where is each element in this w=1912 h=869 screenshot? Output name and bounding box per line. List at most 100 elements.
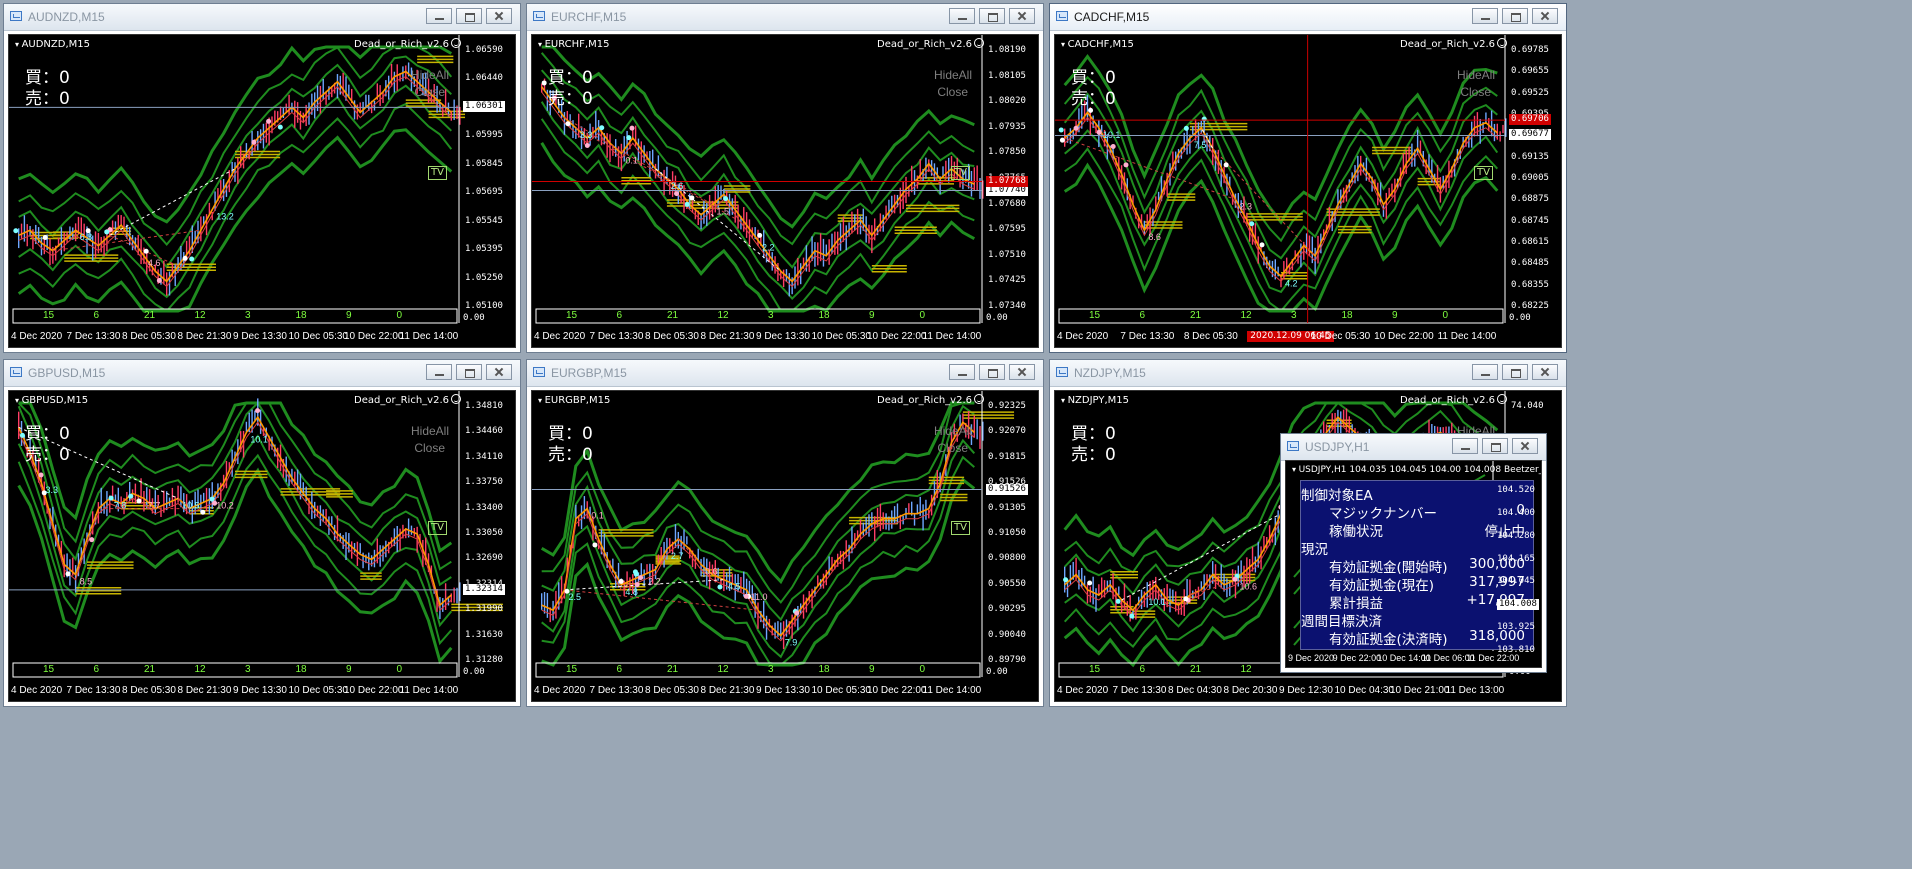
time-axis-label: 11 Dec 14:00 bbox=[1437, 331, 1497, 342]
tv-badge[interactable]: TV bbox=[428, 521, 447, 536]
hide-all-button[interactable]: HideAll bbox=[411, 68, 449, 82]
price-axis-label: 0.90550 bbox=[988, 578, 1026, 589]
close-button[interactable] bbox=[1009, 8, 1035, 24]
title-bar[interactable]: EURCHF,M15 bbox=[527, 4, 1043, 31]
time-axis-label: 8 Dec 21:30 bbox=[177, 685, 232, 696]
price-axis-label: 0.69785 bbox=[1511, 45, 1549, 55]
sub-window-value: 21 bbox=[667, 664, 679, 675]
price-axis-label: 0.91305 bbox=[988, 502, 1026, 513]
chart-window-eurchf[interactable]: EURCHF,M15 3.3 0.1 2.6 1.5 2.2 EURCHF,M15 Dead_… bbox=[526, 3, 1044, 353]
symbol-label: EURGBP,M15 bbox=[538, 395, 611, 406]
trade-annotation: 2.7 bbox=[671, 551, 684, 561]
price-axis-label: 1.07510 bbox=[988, 249, 1026, 260]
minimize-button[interactable] bbox=[1452, 438, 1478, 454]
chart-window-eurgbp[interactable]: EURGBP,M15 2.5 0.1 4.8 2.2 2.7 0.6 4.5 11.0 7.9 EU… bbox=[526, 359, 1044, 707]
sub-window-value: 12 bbox=[717, 310, 729, 321]
title-bar[interactable]: CADCHF,M15 bbox=[1050, 4, 1566, 31]
minimize-button[interactable] bbox=[426, 8, 452, 24]
chart-area[interactable]: 6.84.613.2AUDNZD,M15Dead_or_Rich_v2.6買：0… bbox=[8, 34, 516, 348]
close-all-button[interactable]: Close bbox=[937, 85, 968, 99]
trade-marker bbox=[1129, 613, 1135, 619]
time-axis-label: 11 Dec 14:00 bbox=[922, 685, 982, 696]
chart-window-gbpusd[interactable]: GBPUSD,M15 3.3 8.5 7.8 7.7 10.5 10.2 10.1 GBPUSD… bbox=[3, 359, 521, 707]
tv-badge[interactable]: TV bbox=[1474, 166, 1493, 181]
close-all-button[interactable]: Close bbox=[414, 85, 445, 99]
minimize-button[interactable] bbox=[426, 364, 452, 380]
trade-marker bbox=[1249, 221, 1255, 227]
close-all-button[interactable]: Close bbox=[937, 441, 968, 455]
hide-all-button[interactable]: HideAll bbox=[934, 68, 972, 82]
tv-badge[interactable]: TV bbox=[428, 166, 447, 181]
price-axis-label: 1.33050 bbox=[465, 528, 503, 538]
chart-window-usdjpy[interactable]: USDJPY,H1 USDJPY,H1 104.035 104.045 104.… bbox=[1280, 433, 1547, 673]
ea-label: Dead_or_Rich_v2.6 bbox=[877, 395, 972, 406]
tv-badge[interactable]: TV bbox=[951, 166, 970, 181]
maximize-button[interactable] bbox=[979, 364, 1005, 380]
trade-marker bbox=[266, 118, 272, 124]
close-button[interactable] bbox=[1532, 8, 1558, 24]
trade-marker bbox=[1259, 242, 1265, 248]
chart-window-icon bbox=[10, 11, 22, 21]
sell-position-label: 売：0 bbox=[25, 89, 70, 109]
maximize-button[interactable] bbox=[456, 364, 482, 380]
close-button[interactable] bbox=[1009, 364, 1035, 380]
window-title: CADCHF,M15 bbox=[1074, 10, 1150, 24]
time-axis-label: 8 Dec 05:30 bbox=[122, 685, 176, 696]
title-bar[interactable]: USDJPY,H1 bbox=[1281, 434, 1546, 461]
maximize-button[interactable] bbox=[979, 8, 1005, 24]
chart-window-audnzd[interactable]: AUDNZD,M15 6.8 4.6 13.2 AUDNZD,M15 Dead_or_Ri… bbox=[3, 3, 521, 353]
price-axis-label: 104.400 bbox=[1497, 507, 1535, 518]
maximize-button[interactable] bbox=[1502, 8, 1528, 24]
sub-axis-label: 0.00 bbox=[463, 313, 485, 323]
close-button[interactable] bbox=[486, 364, 512, 380]
time-axis-label: 11 Dec 14:00 bbox=[399, 685, 459, 696]
time-axis-label: 4 Dec 2020 bbox=[11, 331, 63, 342]
trade-annotation: 7.8 bbox=[114, 500, 127, 510]
close-all-button[interactable]: Close bbox=[414, 441, 445, 455]
trade-marker bbox=[136, 498, 142, 504]
close-button[interactable] bbox=[1532, 364, 1558, 380]
ea-smile-icon bbox=[974, 394, 984, 404]
chart-window-cadchf[interactable]: CADCHF,M15 10.1 8.6 7.5 2.3 4.2 CADCHF,M15 Dead… bbox=[1049, 3, 1567, 353]
title-bar[interactable]: AUDNZD,M15 bbox=[4, 4, 520, 31]
maximize-button[interactable] bbox=[456, 8, 482, 24]
trade-marker bbox=[629, 125, 635, 131]
minimize-button[interactable] bbox=[1472, 364, 1498, 380]
sell-position-label: 売：0 bbox=[548, 89, 593, 109]
trade-annotation: 10.1 bbox=[1103, 130, 1121, 140]
sub-window-value: 18 bbox=[818, 310, 830, 321]
hide-all-button[interactable]: HideAll bbox=[411, 424, 449, 438]
trade-annotation: 13.2 bbox=[216, 212, 234, 222]
price-axis-label: 104.280 bbox=[1497, 530, 1535, 541]
title-bar[interactable]: GBPUSD,M15 bbox=[4, 360, 520, 387]
title-bar[interactable]: NZDJPY,M15 bbox=[1050, 360, 1566, 387]
minimize-button[interactable] bbox=[949, 364, 975, 380]
price-axis-label: 0.68615 bbox=[1511, 237, 1549, 247]
chart-area[interactable]: USDJPY,H1 104.035 104.045 104.00 104.008… bbox=[1285, 460, 1542, 668]
title-bar[interactable]: EURGBP,M15 bbox=[527, 360, 1043, 387]
price-axis-label: 0.92325 bbox=[988, 401, 1026, 411]
sub-window-value: 12 bbox=[1240, 664, 1252, 675]
minimize-button[interactable] bbox=[1472, 8, 1498, 24]
price-axis-label: 1.05995 bbox=[465, 130, 503, 141]
sub-window-value: 18 bbox=[818, 664, 830, 675]
hide-all-button[interactable]: HideAll bbox=[1457, 68, 1495, 82]
chart-area[interactable]: 2.5 0.1 4.8 2.2 2.7 0.6 4.5 11.0 7.9 EURGBP,M15 De… bbox=[531, 390, 1039, 702]
tv-badge[interactable]: TV bbox=[951, 521, 970, 536]
time-axis-label: 10 Dec 05:30 bbox=[288, 685, 349, 696]
close-all-button[interactable]: Close bbox=[1460, 85, 1491, 99]
sub-window-frame bbox=[535, 308, 981, 324]
close-button[interactable] bbox=[1512, 438, 1538, 454]
trade-annotation: 11.0 bbox=[751, 592, 768, 602]
maximize-button[interactable] bbox=[1502, 364, 1528, 380]
chart-area[interactable]: 10.1 8.6 7.5 2.3 4.2 CADCHF,M15 Dead_or_Rich_v… bbox=[1054, 34, 1562, 348]
sub-window-value: 6 bbox=[93, 310, 100, 321]
minimize-button[interactable] bbox=[949, 8, 975, 24]
chart-area[interactable]: 3.3 0.1 2.6 1.5 2.2 EURCHF,M15 Dead_or_Rich_v2… bbox=[531, 34, 1039, 348]
time-axis-label: 10 Dec 05:30 bbox=[811, 685, 872, 696]
maximize-button[interactable] bbox=[1482, 438, 1508, 454]
chart-area[interactable]: 3.3 8.5 7.8 7.7 10.5 10.2 10.1 GBPUSD,M15 Dead_o… bbox=[8, 390, 516, 702]
trade-marker bbox=[182, 255, 188, 261]
close-button[interactable] bbox=[486, 8, 512, 24]
hide-all-button[interactable]: HideAll bbox=[934, 424, 972, 438]
